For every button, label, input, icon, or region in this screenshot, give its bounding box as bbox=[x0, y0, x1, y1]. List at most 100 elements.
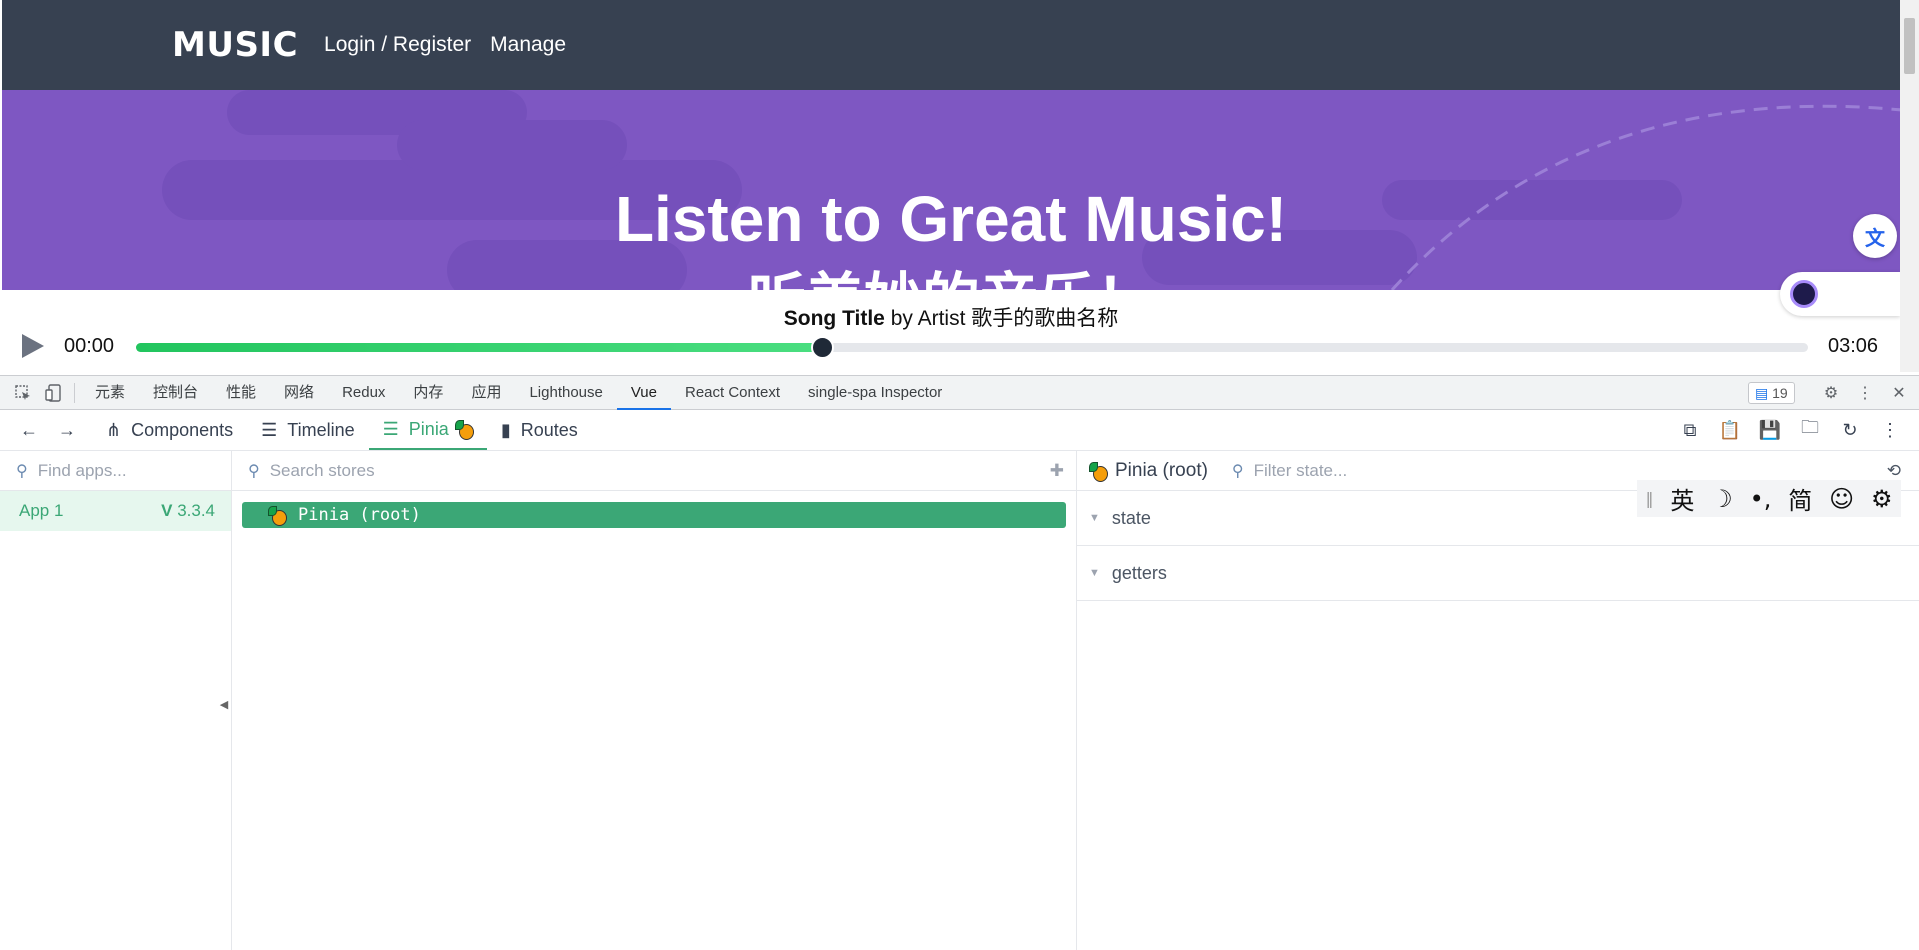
message-icon: ▤ bbox=[1755, 385, 1769, 401]
hero-title: Listen to Great Music! bbox=[614, 183, 1288, 255]
progress-track[interactable] bbox=[136, 336, 1808, 359]
site-header: MUSIC Login / Register Manage bbox=[2, 0, 1900, 90]
devtools-tab[interactable]: 内存 bbox=[399, 376, 457, 410]
search-icon: ⚲ bbox=[1231, 462, 1244, 480]
nav-login-register[interactable]: Login / Register bbox=[324, 33, 471, 57]
page-scrollbar[interactable] bbox=[1900, 0, 1919, 372]
hero-banner: Listen to Great Music! 听美妙的音乐！ bbox=[2, 90, 1900, 290]
section-label: state bbox=[1111, 507, 1151, 528]
list-icon: ☰ bbox=[382, 418, 399, 439]
tab-routes-label: Routes bbox=[520, 419, 578, 440]
current-time: 00:00 bbox=[64, 335, 115, 357]
vue-devtools-toolbar: ← → ⋔ Components ☰ Timeline ☰ Pinia ▮ Routes… bbox=[0, 410, 1919, 451]
devtools-tab[interactable]: 元素 bbox=[81, 376, 139, 410]
timeline-icon: ☰ bbox=[261, 419, 278, 440]
hero-subtitle: 听美妙的音乐！ bbox=[2, 253, 1900, 290]
book-icon: ▮ bbox=[500, 419, 511, 440]
vue-logo-icon: V bbox=[161, 501, 173, 520]
app-version: V 3.3.4 bbox=[161, 501, 215, 521]
store-search[interactable]: ⚲ Search stores ✚ bbox=[232, 451, 1076, 491]
devtools-tab[interactable]: 网络 bbox=[270, 376, 328, 410]
assistant-widget[interactable] bbox=[1780, 272, 1900, 316]
tab-components-label: Components bbox=[131, 419, 234, 440]
nav-manage[interactable]: Manage bbox=[490, 33, 566, 57]
tab-pinia-label: Pinia bbox=[408, 418, 449, 439]
song-artist: by Artist 歌手的歌曲名称 bbox=[884, 307, 1119, 330]
tab-timeline-label: Timeline bbox=[287, 419, 355, 440]
more-vertical-icon[interactable]: ⋮ bbox=[1879, 419, 1901, 441]
pineapple-icon bbox=[1089, 461, 1108, 482]
forward-icon[interactable]: → bbox=[48, 410, 92, 450]
drag-handle-icon[interactable]: ‖ bbox=[1645, 489, 1653, 508]
section-label: getters bbox=[1111, 562, 1167, 583]
devtools-tab[interactable]: 控制台 bbox=[139, 376, 212, 410]
divider bbox=[74, 382, 75, 403]
state-filter-input[interactable]: Filter state... bbox=[1254, 461, 1348, 481]
ime-mode[interactable]: 简 bbox=[1788, 481, 1812, 516]
device-toolbar-icon[interactable] bbox=[38, 378, 68, 408]
state-title: Pinia (root) bbox=[1115, 459, 1208, 481]
tab-timeline[interactable]: ☰ Timeline bbox=[247, 410, 369, 450]
tab-routes[interactable]: ▮ Routes bbox=[487, 410, 592, 450]
devtools-tabbar: 元素 控制台 性能 网络 Redux 内存 应用 Lighthouse Vue React Con… bbox=[0, 375, 1919, 410]
app-item[interactable]: App 1 V 3.3.4 bbox=[0, 491, 231, 531]
now-playing: Song Title by Artist 歌手的歌曲名称 bbox=[2, 302, 1900, 332]
moon-icon[interactable]: ☽ bbox=[1711, 485, 1733, 513]
store-root-label: Pinia (root) bbox=[298, 505, 421, 525]
punctuation-icon[interactable]: •, bbox=[1750, 485, 1772, 513]
expand-icon: ▼ bbox=[1089, 512, 1100, 524]
more-vertical-icon[interactable]: ⋮ bbox=[1850, 378, 1880, 408]
play-button[interactable] bbox=[22, 334, 44, 358]
devtools-tab[interactable]: single-spa Inspector bbox=[794, 376, 956, 410]
search-icon: ⚲ bbox=[16, 462, 28, 480]
expand-icon: ▼ bbox=[1089, 567, 1100, 579]
save-icon[interactable]: 💾 bbox=[1759, 419, 1781, 441]
devtools-tab[interactable]: Redux bbox=[328, 376, 399, 410]
back-icon[interactable]: ← bbox=[0, 410, 48, 450]
ime-lang[interactable]: 英 bbox=[1670, 481, 1694, 516]
folder-icon[interactable]: 🗀 bbox=[1799, 417, 1821, 441]
state-pane: Pinia (root) ⚲ Filter state... ⟲ ▼ state … bbox=[1077, 451, 1919, 950]
copy-icon[interactable]: ⧉ bbox=[1679, 419, 1701, 441]
app-name: App 1 bbox=[19, 501, 64, 520]
vue-version: 3.3.4 bbox=[177, 501, 215, 520]
music-player: Song Title by Artist 歌手的歌曲名称 00:00 03:06 bbox=[2, 290, 1900, 372]
collapse-handle-icon[interactable]: ◀ bbox=[218, 690, 230, 718]
refresh-icon[interactable]: ↻ bbox=[1839, 419, 1861, 441]
progress-thumb[interactable] bbox=[810, 336, 834, 359]
pineapple-icon bbox=[454, 420, 474, 440]
store-search-placeholder: Search stores bbox=[269, 460, 375, 480]
store-item-root[interactable]: Pinia (root) bbox=[242, 502, 1066, 528]
site-logo[interactable]: MUSIC bbox=[172, 25, 298, 65]
getters-section[interactable]: ▼ getters bbox=[1077, 546, 1919, 601]
total-time: 03:06 bbox=[1828, 335, 1879, 357]
progress-fill bbox=[136, 343, 822, 352]
history-icon[interactable]: ⟲ bbox=[1887, 461, 1901, 481]
issues-count: 19 bbox=[1772, 385, 1788, 401]
stores-pane: ⚲ Search stores ✚ Pinia (root) bbox=[232, 451, 1077, 950]
devtools-tab[interactable]: React Context bbox=[671, 376, 794, 410]
plugin-icon[interactable]: ✚ bbox=[1050, 461, 1064, 481]
app-search[interactable]: ⚲ Find apps... bbox=[0, 451, 231, 491]
translate-icon[interactable]: 文 bbox=[1853, 214, 1897, 258]
devtools-tab-list: 元素 控制台 性能 网络 Redux 内存 应用 Lighthouse Vue React Con… bbox=[81, 376, 956, 410]
hero-decoration bbox=[397, 120, 627, 170]
app-search-placeholder: Find apps... bbox=[37, 460, 127, 480]
settings-gear-icon[interactable]: ⚙ bbox=[1816, 378, 1846, 408]
tab-pinia[interactable]: ☰ Pinia bbox=[368, 410, 487, 450]
issues-badge[interactable]: ▤ 19 bbox=[1748, 382, 1795, 404]
inspect-element-icon[interactable] bbox=[8, 378, 38, 408]
tab-components[interactable]: ⋔ Components bbox=[92, 410, 247, 450]
settings-gear-icon[interactable]: ⚙ bbox=[1871, 485, 1893, 513]
close-icon[interactable]: ✕ bbox=[1884, 378, 1914, 408]
apps-pane: ⚲ Find apps... App 1 V 3.3.4 bbox=[0, 451, 232, 950]
emoji-icon[interactable]: ☺ bbox=[1829, 485, 1854, 513]
pineapple-icon bbox=[268, 506, 287, 526]
devtools-tab[interactable]: 性能 bbox=[212, 376, 270, 410]
scrollbar-thumb[interactable] bbox=[1904, 18, 1915, 74]
devtools-tab[interactable]: Vue bbox=[616, 376, 671, 410]
clipboard-icon[interactable]: 📋 bbox=[1719, 419, 1741, 441]
ime-toolbar: ‖ 英 ☽ •, 简 ☺ ⚙ bbox=[1637, 480, 1901, 517]
devtools-tab[interactable]: 应用 bbox=[457, 376, 515, 410]
devtools-tab[interactable]: Lighthouse bbox=[515, 376, 616, 410]
